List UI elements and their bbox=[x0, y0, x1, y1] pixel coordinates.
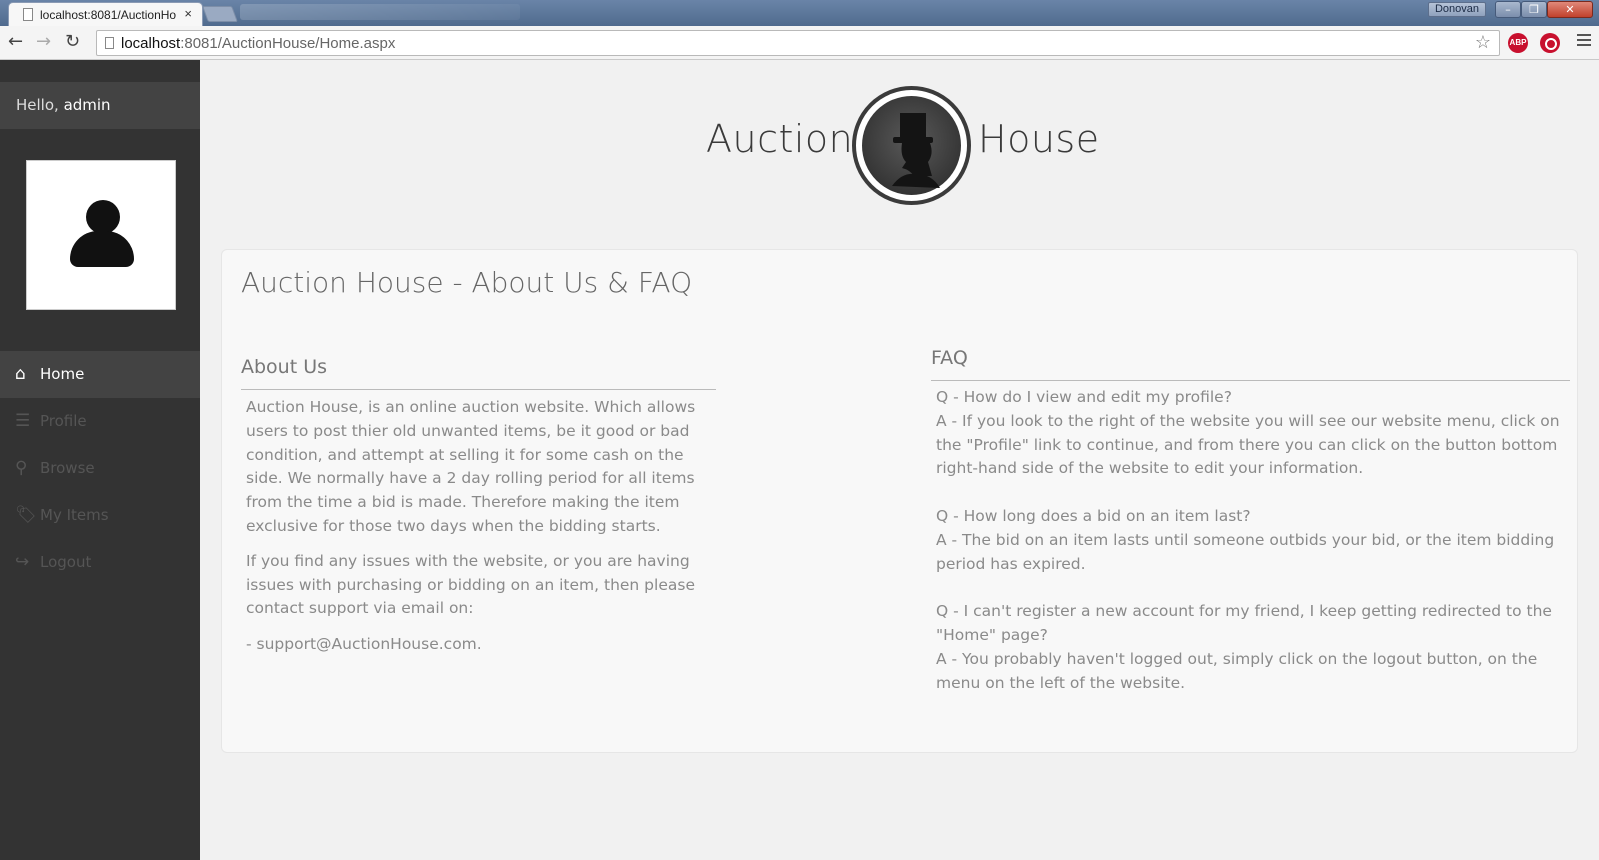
greeting: Hello, admin bbox=[0, 82, 200, 129]
sidebar: Hello, admin ⌂ Home ☰ Profile ⚲ Browse 🏷… bbox=[0, 60, 200, 860]
greeting-prefix: Hello, bbox=[16, 96, 64, 114]
faq-question: Q - How long does a bid on an item last? bbox=[936, 506, 1251, 525]
support-email: - support@AuctionHouse.com. bbox=[246, 635, 482, 654]
faq-item: Q - I can't register a new account for m… bbox=[936, 600, 1570, 695]
avatar bbox=[26, 160, 176, 310]
about-us-text: Auction House, is an online auction webs… bbox=[246, 396, 716, 668]
address-bar[interactable]: localhost:8081/AuctionHouse/Home.aspx ☆ bbox=[96, 30, 1500, 56]
sidebar-item-profile[interactable]: ☰ Profile bbox=[0, 398, 200, 445]
new-tab-button[interactable] bbox=[202, 6, 238, 22]
sidebar-item-label: Browse bbox=[40, 459, 95, 477]
sidebar-item-label: Logout bbox=[40, 553, 92, 571]
adblock-extension-icon[interactable]: ABP bbox=[1508, 33, 1528, 53]
faq-list: Q - How do I view and edit my profile? A… bbox=[936, 386, 1570, 719]
reload-icon[interactable]: ↻ bbox=[65, 32, 80, 52]
forward-arrow-icon[interactable]: → bbox=[36, 32, 51, 52]
greeting-username: admin bbox=[63, 96, 111, 114]
logo-emblem bbox=[852, 86, 971, 205]
logo-word-auction: Auction bbox=[706, 117, 854, 161]
faq-item: Q - How long does a bid on an item last?… bbox=[936, 505, 1570, 576]
sidebar-item-my-items[interactable]: 🏷 My Items bbox=[0, 492, 200, 539]
faq-heading: FAQ bbox=[931, 347, 968, 369]
minimize-button[interactable]: – bbox=[1495, 1, 1521, 18]
page-icon bbox=[105, 37, 114, 49]
titlebar-decoration bbox=[240, 4, 520, 20]
url-host: localhost bbox=[121, 35, 181, 52]
about-us-heading: About Us bbox=[241, 356, 328, 378]
faq-item: Q - How do I view and edit my profile? A… bbox=[936, 386, 1570, 481]
content-card: Auction House - About Us & FAQ About Us … bbox=[221, 249, 1578, 753]
tags-icon: 🏷 bbox=[15, 505, 37, 525]
user-icon-body bbox=[70, 231, 134, 267]
about-paragraph: Auction House, is an online auction webs… bbox=[246, 398, 696, 535]
close-window-button[interactable]: ✕ bbox=[1547, 1, 1593, 18]
bookmark-star-icon[interactable]: ☆ bbox=[1475, 32, 1491, 53]
page-title: Auction House - About Us & FAQ bbox=[241, 266, 693, 299]
sidebar-item-label: My Items bbox=[40, 506, 109, 524]
stop-extension-icon[interactable] bbox=[1540, 33, 1560, 53]
sidebar-item-browse[interactable]: ⚲ Browse bbox=[0, 445, 200, 492]
url-text: localhost:8081/AuctionHouse/Home.aspx bbox=[121, 35, 395, 52]
about-paragraph: If you find any issues with the website,… bbox=[246, 551, 695, 618]
browser-toolbar: ← → ↻ localhost:8081/AuctionHouse/Home.a… bbox=[0, 26, 1599, 60]
tab-title: localhost:8081/AuctionHo bbox=[40, 8, 177, 22]
sidebar-item-home[interactable]: ⌂ Home bbox=[0, 351, 200, 398]
back-arrow-icon[interactable]: ← bbox=[8, 32, 23, 52]
browser-menu-icon[interactable] bbox=[1577, 34, 1591, 49]
user-icon-head bbox=[86, 200, 120, 234]
about-us-divider bbox=[241, 389, 716, 390]
faq-divider bbox=[931, 380, 1570, 381]
faq-question: Q - How do I view and edit my profile? bbox=[936, 388, 1232, 406]
home-icon: ⌂ bbox=[15, 364, 26, 384]
window-titlebar: localhost:8081/AuctionHo × Donovan – ❐ ✕ bbox=[0, 0, 1599, 27]
logo-word-house: House bbox=[978, 117, 1100, 161]
faq-answer: A - The bid on an item lasts until someo… bbox=[936, 530, 1555, 573]
faq-question: Q - I can't register a new account for m… bbox=[936, 602, 1552, 644]
sidebar-nav: ⌂ Home ☰ Profile ⚲ Browse 🏷 My Items ↪ L… bbox=[0, 351, 200, 586]
faq-answer: A - You probably haven't logged out, sim… bbox=[936, 649, 1538, 692]
bars-icon: ☰ bbox=[15, 411, 31, 431]
tab-close-icon[interactable]: × bbox=[184, 6, 192, 21]
top-hat-man-icon bbox=[892, 113, 940, 188]
sidebar-item-label: Profile bbox=[40, 412, 87, 430]
faq-answer: A - If you look to the right of the webs… bbox=[936, 411, 1560, 478]
maximize-button[interactable]: ❐ bbox=[1521, 1, 1547, 18]
logout-icon: ↪ bbox=[15, 552, 30, 572]
page-icon bbox=[23, 8, 33, 21]
search-icon: ⚲ bbox=[15, 458, 28, 478]
profile-user-badge[interactable]: Donovan bbox=[1428, 2, 1486, 17]
sidebar-item-logout[interactable]: ↪ Logout bbox=[0, 539, 200, 586]
sidebar-item-label: Home bbox=[40, 365, 85, 383]
browser-tab[interactable]: localhost:8081/AuctionHo × bbox=[8, 2, 203, 27]
url-path: :8081/AuctionHouse/Home.aspx bbox=[180, 35, 396, 52]
